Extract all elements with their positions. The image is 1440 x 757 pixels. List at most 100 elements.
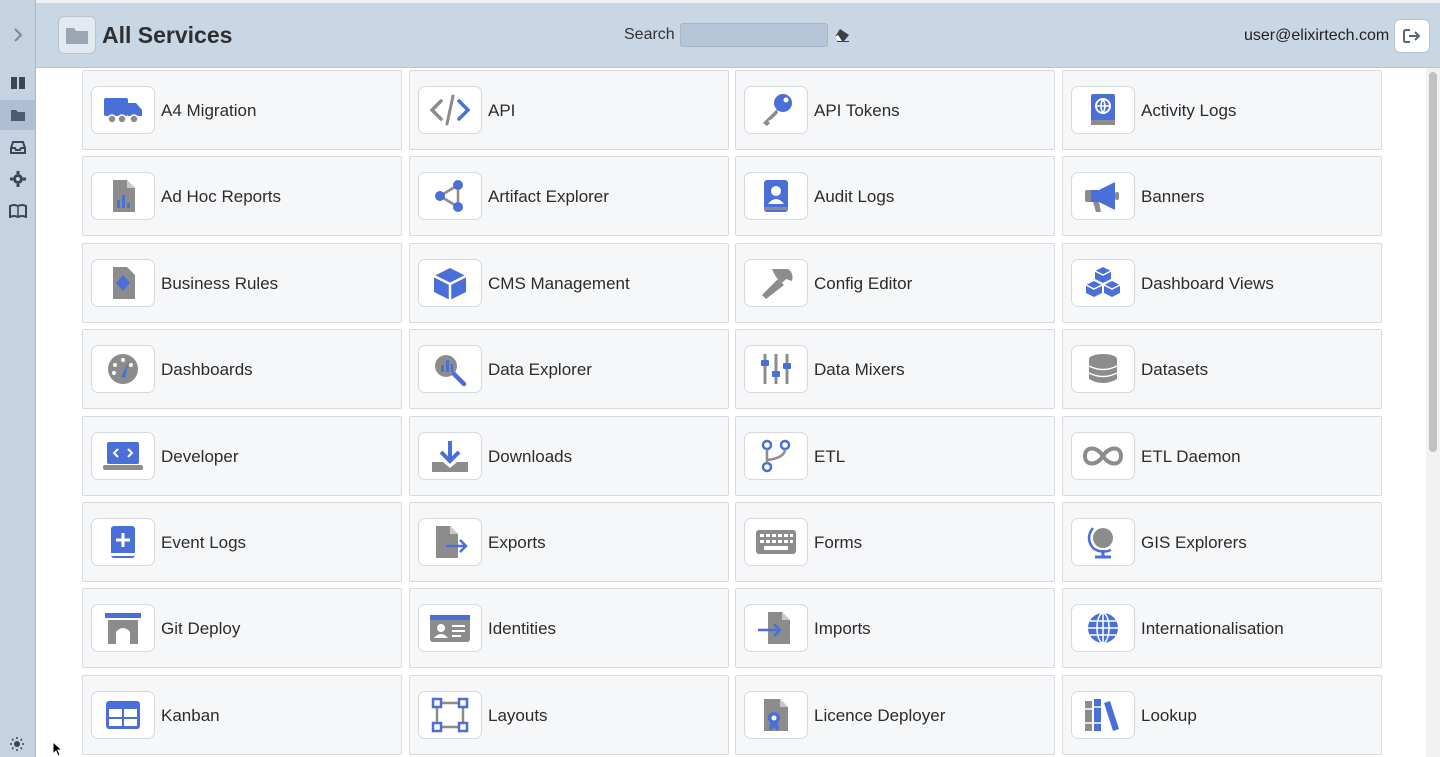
expand-rail-button[interactable] [5, 22, 31, 48]
service-icon-box [418, 259, 482, 307]
logout-icon [1403, 29, 1421, 43]
file-import-icon [758, 612, 790, 644]
service-icon-box [1071, 518, 1135, 566]
service-card-cms-management[interactable]: CMS Management [409, 243, 729, 323]
code-icon [429, 94, 471, 126]
service-icon-box [91, 432, 155, 480]
books-icon [1085, 699, 1119, 731]
service-label: ETL Daemon [1141, 447, 1241, 466]
service-label: Data Mixers [814, 360, 905, 379]
service-label: Activity Logs [1141, 101, 1237, 120]
user-book-icon [764, 180, 788, 212]
service-card-downloads[interactable]: Downloads [409, 416, 729, 496]
service-card-ad-hoc-reports[interactable]: Ad Hoc Reports [82, 156, 402, 236]
logout-button[interactable] [1394, 19, 1430, 53]
service-icon-box [744, 172, 808, 220]
rail-item-book-open[interactable] [0, 68, 36, 98]
globe-stand-icon [1087, 527, 1113, 559]
rail-item-settings[interactable] [0, 164, 36, 194]
service-card-internationalisation[interactable]: Internationalisation [1062, 588, 1382, 668]
rail-item-docs[interactable] [0, 196, 36, 226]
scrollbar[interactable] [1426, 68, 1440, 757]
service-card-imports[interactable]: Imports [735, 588, 1055, 668]
service-icon-box [418, 691, 482, 739]
vector-square-icon [431, 697, 469, 733]
rule-file-icon [113, 267, 135, 299]
service-label: Exports [488, 533, 546, 552]
service-card-api[interactable]: API [409, 70, 729, 150]
service-icon-box [744, 604, 808, 652]
service-icon-box [91, 86, 155, 134]
service-label: Ad Hoc Reports [161, 187, 281, 206]
service-card-exports[interactable]: Exports [409, 502, 729, 582]
service-icon-box [91, 345, 155, 393]
search-label: Search [624, 26, 675, 43]
theme-toggle-button[interactable] [4, 732, 30, 756]
service-card-licence-deployer[interactable]: Licence Deployer [735, 675, 1055, 755]
service-card-business-rules[interactable]: Business Rules [82, 243, 402, 323]
service-card-artifact-explorer[interactable]: Artifact Explorer [409, 156, 729, 236]
gauge-icon [108, 354, 138, 384]
service-label: Dashboards [161, 360, 253, 379]
service-icon-box [744, 432, 808, 480]
service-label: API Tokens [814, 101, 900, 120]
folder-button[interactable] [58, 16, 96, 54]
service-card-gis-explorers[interactable]: GIS Explorers [1062, 502, 1382, 582]
service-label: Data Explorer [488, 360, 592, 379]
hammer-icon [762, 269, 793, 299]
service-label: Git Deploy [161, 619, 241, 638]
sun-icon [10, 737, 24, 751]
mouse-cursor-icon [52, 741, 64, 757]
service-card-activity-logs[interactable]: Activity Logs [1062, 70, 1382, 150]
table-icon [106, 701, 140, 729]
service-card-layouts[interactable]: Layouts [409, 675, 729, 755]
keyboard-icon [756, 530, 796, 554]
archway-icon [105, 613, 141, 644]
service-card-git-deploy[interactable]: Git Deploy [82, 588, 402, 668]
key-icon [763, 94, 792, 126]
rail-item-inbox[interactable] [0, 132, 36, 162]
service-icon-box [1071, 172, 1135, 220]
service-card-etl-daemon[interactable]: ETL Daemon [1062, 416, 1382, 496]
service-icon-box [91, 691, 155, 739]
service-card-dashboard-views[interactable]: Dashboard Views [1062, 243, 1382, 323]
service-icon-box [744, 691, 808, 739]
service-card-kanban[interactable]: Kanban [82, 675, 402, 755]
service-label: Datasets [1141, 360, 1209, 379]
service-label: Lookup [1141, 706, 1197, 725]
service-card-datasets[interactable]: Datasets [1062, 329, 1382, 409]
service-icon-box [91, 172, 155, 220]
service-card-identities[interactable]: Identities [409, 588, 729, 668]
sliders-icon [761, 354, 791, 384]
service-icon-box [1071, 259, 1135, 307]
clear-search-button[interactable] [832, 25, 852, 45]
scrollbar-thumb[interactable] [1429, 72, 1437, 452]
service-label: Downloads [488, 447, 573, 466]
service-card-banners[interactable]: Banners [1062, 156, 1382, 236]
service-card-data-mixers[interactable]: Data Mixers [735, 329, 1055, 409]
service-card-a4-migration[interactable]: A4 Migration [82, 70, 402, 150]
service-label: API [488, 101, 516, 120]
service-icon-box [91, 259, 155, 307]
service-label: Identities [488, 619, 557, 638]
service-card-data-explorer[interactable]: Data Explorer [409, 329, 729, 409]
service-card-event-logs[interactable]: Event Logs [82, 502, 402, 582]
service-card-audit-logs[interactable]: Audit Logs [735, 156, 1055, 236]
service-card-developer[interactable]: Developer [82, 416, 402, 496]
service-label: Imports [814, 619, 871, 638]
gear-icon [10, 171, 26, 187]
service-card-api-tokens[interactable]: API Tokens [735, 70, 1055, 150]
service-card-config-editor[interactable]: Config Editor [735, 243, 1055, 323]
service-icon-box [744, 345, 808, 393]
service-label: Layouts [488, 706, 548, 725]
service-card-forms[interactable]: Forms [735, 502, 1055, 582]
service-card-lookup[interactable]: Lookup [1062, 675, 1382, 755]
laptop-code-icon [103, 442, 143, 470]
search-input[interactable] [680, 23, 828, 47]
cube-icon [433, 268, 467, 300]
service-label: Business Rules [161, 274, 279, 293]
service-card-etl[interactable]: ETL [735, 416, 1055, 496]
service-label: GIS Explorers [1141, 533, 1247, 552]
rail-item-folder[interactable] [0, 100, 36, 130]
service-card-dashboards[interactable]: Dashboards [82, 329, 402, 409]
